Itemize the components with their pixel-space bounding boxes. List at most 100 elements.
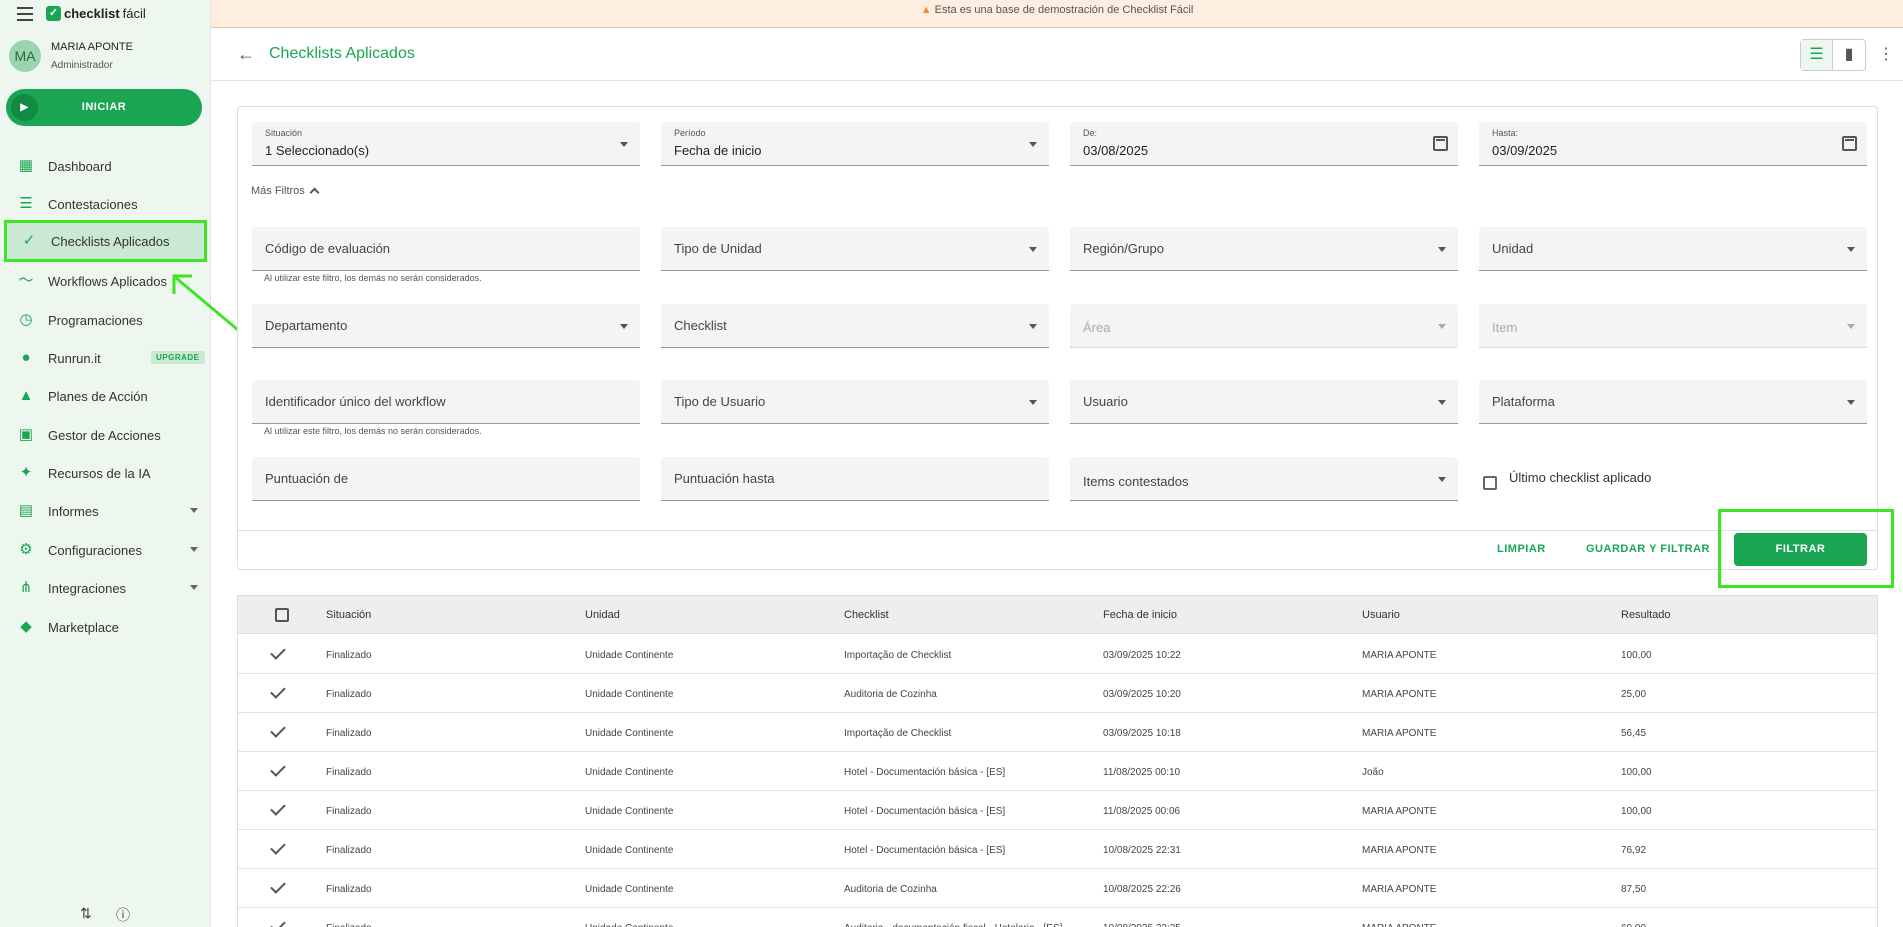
sidebar-item-dashboard[interactable]: ▦ Dashboard (0, 147, 211, 185)
date-to-field[interactable]: Hasta: 03/09/2025 (1479, 122, 1867, 166)
sidebar-item-configuraciones[interactable]: ⚙ Configuraciones (0, 531, 211, 569)
more-filters-toggle[interactable]: Más Filtros (251, 185, 320, 198)
table-cell: 10/08/2025 22:25 (1103, 923, 1181, 927)
calendar-icon[interactable] (1433, 136, 1448, 151)
guardar-y-filtrar-button[interactable]: GUARDAR Y FILTRAR (1586, 543, 1710, 555)
check-icon (270, 839, 286, 855)
swap-icon[interactable]: ⇅ (80, 905, 92, 922)
usuario-select[interactable]: Usuario (1070, 380, 1458, 424)
dropdown-arrow-icon (1029, 247, 1037, 252)
table-cell: Unidade Continente (585, 767, 674, 778)
table-row[interactable]: Finalizado Unidade Continente Hotel - Docu… (238, 791, 1877, 830)
hamburger-menu-icon[interactable] (17, 7, 33, 21)
date-from-field[interactable]: De: 03/08/2025 (1070, 122, 1458, 166)
puntuacion-de-input[interactable]: Puntuación de (252, 457, 640, 501)
brand-logo[interactable]: ✓ checklist fácil (46, 6, 146, 21)
field-placeholder: Items contestados (1083, 474, 1189, 489)
table-cell: Finalizado (326, 884, 372, 895)
item-select: Item (1479, 304, 1867, 348)
table-cell: Finalizado (326, 767, 372, 778)
ultimo-checklist-checkbox[interactable] (1483, 476, 1497, 490)
table-cell: Auditoria de Cozinha (844, 884, 937, 895)
sidebar-item-integraciones[interactable]: ⋔ Integraciones (0, 569, 211, 607)
sidebar-item-label: Informes (48, 503, 99, 519)
sidebar-item-checklists-aplicados[interactable]: ✓ Checklists Aplicados (4, 220, 207, 262)
sidebar-item-marketplace[interactable]: ◆ Marketplace (0, 608, 211, 646)
table-cell: MARIA APONTE (1362, 728, 1437, 739)
column-header[interactable]: Checklist (844, 609, 889, 621)
checklist-select[interactable]: Checklist (661, 304, 1049, 348)
limpiar-button[interactable]: LIMPIAR (1497, 543, 1546, 555)
more-options-icon[interactable]: ⋮ (1878, 44, 1894, 64)
plataforma-select[interactable]: Plataforma (1479, 380, 1867, 424)
tipo-usuario-select[interactable]: Tipo de Usuario (661, 380, 1049, 424)
demo-banner: ▲ Esta es una base de demostración de Ch… (211, 0, 1903, 28)
view-toggle: ☰ ▮ (1800, 39, 1866, 71)
region-grupo-select[interactable]: Región/Grupo (1070, 227, 1458, 271)
filtrar-button[interactable]: FILTRAR (1734, 533, 1867, 566)
items-contestados-select[interactable]: Items contestados (1070, 457, 1458, 501)
upgrade-badge[interactable]: UPGRADE (151, 351, 205, 364)
column-header[interactable]: Resultado (1621, 609, 1671, 621)
user-role: Administrador (51, 60, 113, 71)
sidebar-item-recursos-ia[interactable]: ✦ Recursos de la IA (0, 454, 211, 492)
field-placeholder: Identificador único del workflow (265, 394, 446, 409)
table-row[interactable]: Finalizado Unidade Continente Hotel - Docu… (238, 830, 1877, 869)
sidebar-item-programaciones[interactable]: ◷ Programaciones (0, 301, 211, 339)
table-row[interactable]: Finalizado Unidade Continente Hotel - Docu… (238, 752, 1877, 791)
field-caption: Período (674, 128, 706, 138)
check-icon (270, 878, 286, 894)
codigo-evaluacion-input[interactable]: Código de evaluación (252, 227, 640, 271)
column-header[interactable]: Fecha de inicio (1103, 609, 1177, 621)
start-button[interactable]: ▶ INICIAR (6, 89, 202, 126)
table-row[interactable]: Finalizado Unidade Continente Auditoria de… (238, 674, 1877, 713)
periodo-select[interactable]: Período Fecha de inicio (661, 122, 1049, 166)
table-row[interactable]: Finalizado Unidade Continente Importação d… (238, 635, 1877, 674)
table-cell: MARIA APONTE (1362, 806, 1437, 817)
trend-icon: 〜 (18, 272, 34, 289)
table-row[interactable]: Finalizado Unidade Continente Auditoria de… (238, 869, 1877, 908)
table-cell: 03/09/2025 10:22 (1103, 650, 1181, 661)
field-value: 03/08/2025 (1083, 143, 1149, 158)
tipo-unidad-select[interactable]: Tipo de Unidad (661, 227, 1049, 271)
sidebar-item-contestaciones[interactable]: ☰ Contestaciones (0, 185, 211, 223)
field-caption: De: (1083, 128, 1098, 138)
workflow-id-input[interactable]: Identificador único del workflow (252, 380, 640, 424)
column-header[interactable]: Usuario (1362, 609, 1400, 621)
board-icon: ▣ (18, 426, 34, 443)
back-arrow-icon[interactable]: ← (237, 44, 255, 65)
unidad-select[interactable]: Unidad (1479, 227, 1867, 271)
sidebar-item-runrun[interactable]: ● Runrun.it UPGRADE (0, 339, 211, 377)
sidebar-item-label: Contestaciones (48, 196, 138, 212)
field-placeholder: Usuario (1083, 394, 1128, 409)
table-row[interactable]: Finalizado Unidade Continente Importação d… (238, 713, 1877, 752)
field-placeholder: Puntuación de (265, 471, 349, 486)
departamento-select[interactable]: Departamento (252, 304, 640, 348)
share-icon: ⋔ (19, 579, 33, 596)
dropdown-arrow-icon (1847, 324, 1855, 329)
chart-view-icon[interactable]: ▮ (1833, 40, 1865, 70)
list-view-icon[interactable]: ☰ (1801, 40, 1834, 70)
sidebar-item-informes[interactable]: ▤ Informes (0, 492, 211, 530)
field-placeholder: Departamento (265, 318, 348, 333)
puntuacion-hasta-input[interactable]: Puntuación hasta (661, 457, 1049, 501)
column-header[interactable]: Situación (326, 609, 371, 621)
table-row[interactable]: Finalizado Unidade Continente Auditoria - … (238, 908, 1877, 927)
calendar-icon[interactable] (1842, 136, 1857, 151)
chevron-down-icon (190, 547, 198, 552)
help-icon[interactable]: ⓘ (116, 905, 130, 925)
avatar[interactable]: MA (9, 40, 41, 72)
table-cell: 25,00 (1621, 689, 1647, 700)
more-filters-label: Más Filtros (251, 185, 305, 197)
sidebar-item-gestor-de-acciones[interactable]: ▣ Gestor de Acciones (0, 416, 211, 454)
table-cell: Finalizado (326, 728, 372, 739)
sidebar-item-planes-de-accion[interactable]: ▲ Planes de Acción (0, 377, 211, 415)
sidebar-item-label: Dashboard (48, 158, 112, 174)
table-cell: MARIA APONTE (1362, 923, 1436, 927)
sidebar-item-label: Workflows Aplicados (48, 273, 167, 289)
sidebar-item-workflows-aplicados[interactable]: 〜 Workflows Aplicados (0, 262, 211, 300)
select-all-checkbox[interactable] (275, 608, 289, 622)
column-header[interactable]: Unidad (585, 609, 620, 621)
check-icon (270, 722, 286, 738)
situacion-select[interactable]: Situación 1 Seleccionado(s) (252, 122, 640, 166)
